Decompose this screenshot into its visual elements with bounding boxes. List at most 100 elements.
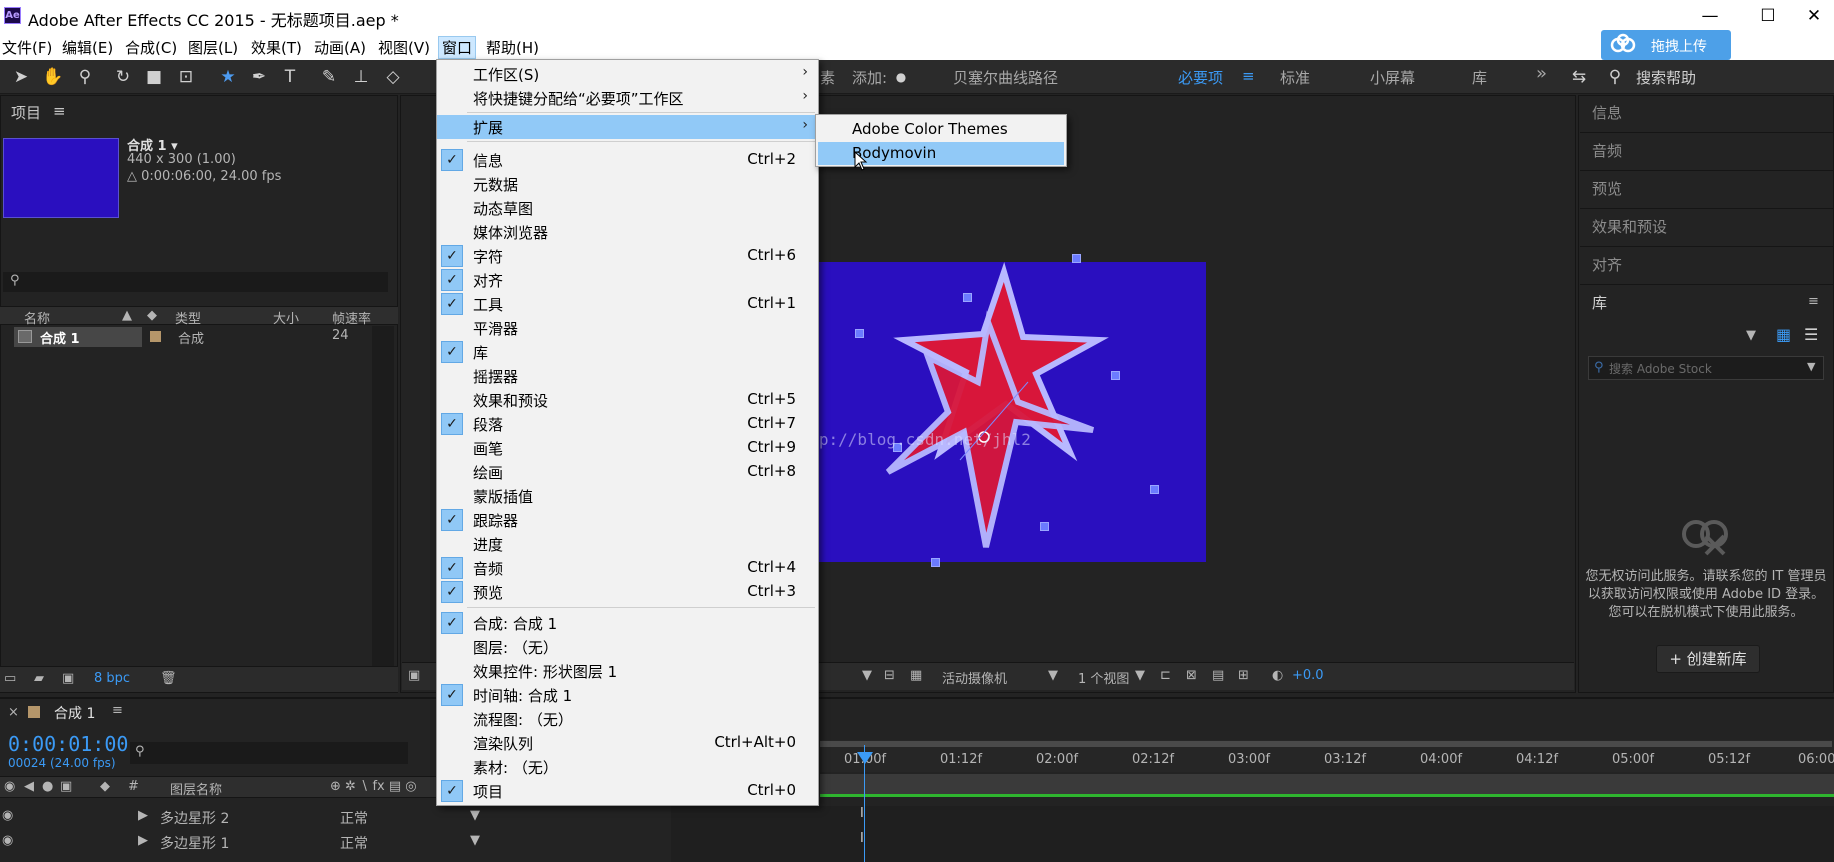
library-panel-title[interactable]: 库 (1592, 292, 1822, 313)
blend-mode-dropdown-icon[interactable]: ▼ (470, 833, 480, 848)
menu-file[interactable]: 文件(F) (2, 37, 52, 58)
menu-item-project[interactable]: ✓ 项目 Ctrl+0 (437, 779, 818, 803)
add-dropdown-icon[interactable]: ● (890, 66, 912, 88)
menu-item-tools[interactable]: ✓ 工具 Ctrl+1 (437, 292, 818, 316)
menu-composition[interactable]: 合成(C) (125, 37, 177, 58)
expand-arrow-icon[interactable]: ▶ (138, 833, 148, 848)
menu-item-layer-panel[interactable]: 图层: （无） (437, 635, 818, 659)
menu-item-workspace[interactable]: 工作区(S) › (437, 62, 818, 86)
menu-animation[interactable]: 动画(A) (314, 37, 366, 58)
table-row[interactable]: ◉ ▶ 多边星形 1 正常 ▼ (0, 831, 660, 853)
project-scrollbar[interactable] (372, 326, 394, 666)
resolution-dropdown-icon[interactable]: ▼ (862, 668, 872, 683)
blend-mode-dropdown-icon[interactable]: ▼ (470, 808, 480, 823)
library-dropdown-icon[interactable]: ▼ (1746, 328, 1756, 343)
eraser-tool-icon[interactable]: ◇ (382, 66, 404, 88)
fast-preview-icon[interactable]: ⊠ (1186, 668, 1197, 683)
timeline-search-input[interactable]: ⚲ (130, 742, 408, 764)
workspace-library[interactable]: 库 (1472, 67, 1487, 88)
effects-presets-panel-tab[interactable]: 效果和预设 (1592, 216, 1822, 237)
col-name[interactable]: 名称 (24, 308, 50, 327)
list-view-icon[interactable]: ☰ (1804, 327, 1820, 343)
pan-behind-tool-icon[interactable]: ⊡ (175, 66, 197, 88)
transform-handle[interactable] (931, 558, 940, 567)
type-tool-icon[interactable]: T (279, 66, 301, 88)
table-row[interactable]: 合成 1 (14, 327, 142, 347)
camera-dropdown-icon[interactable]: ▼ (1048, 668, 1058, 683)
camera-dropdown[interactable]: 活动摄像机 (942, 668, 1007, 687)
upload-button[interactable]: 拖拽上传 (1601, 30, 1731, 60)
bpc-toggle[interactable]: 8 bpc (94, 671, 130, 686)
menu-item-progress[interactable]: 进度 (437, 532, 818, 556)
close-button[interactable]: ✕ (1794, 4, 1834, 28)
transform-handle[interactable] (1040, 522, 1049, 531)
menu-item-mask-interpolation[interactable]: 蒙版插值 (437, 484, 818, 508)
menu-layer[interactable]: 图层(L) (188, 37, 238, 58)
info-panel-tab[interactable]: 信息 (1592, 102, 1822, 123)
selection-tool-icon[interactable]: ➤ (10, 66, 32, 88)
rotate-tool-icon[interactable]: ↻ (112, 66, 134, 88)
pen-tool-icon[interactable]: ✒ (248, 66, 270, 88)
menu-item-adobe-color-themes[interactable]: Adobe Color Themes (818, 118, 1064, 141)
menu-effect[interactable]: 效果(T) (251, 37, 302, 58)
menu-item-character[interactable]: ✓ 字符 Ctrl+6 (437, 244, 818, 268)
stock-search-input[interactable]: ⚲ 搜索 Adobe Stock ▼ (1588, 356, 1824, 380)
menu-item-flowchart[interactable]: 流程图: （无） (437, 707, 818, 731)
workspace-essentials[interactable]: 必要项 (1178, 67, 1223, 88)
work-area-bar[interactable] (820, 741, 1832, 747)
col-size[interactable]: 大小 (273, 308, 299, 327)
col-type[interactable]: 类型 (175, 308, 201, 327)
close-tab-icon[interactable]: × (8, 705, 19, 720)
transform-handle[interactable] (1150, 485, 1159, 494)
create-library-button[interactable]: + 创建新库 (1656, 645, 1760, 673)
hand-tool-icon[interactable]: ✋ (42, 66, 64, 88)
star-tool-icon[interactable]: ★ (217, 66, 239, 88)
workspace-standard[interactable]: 标准 (1280, 67, 1310, 88)
menu-item-audio[interactable]: ✓ 音频 Ctrl+4 (437, 556, 818, 580)
menu-item-tracker[interactable]: ✓ 跟踪器 (437, 508, 818, 532)
menu-item-wiggler[interactable]: 摇摆器 (437, 364, 818, 388)
transform-handle[interactable] (855, 329, 864, 338)
new-folder-icon[interactable]: ▰ (34, 671, 44, 686)
lock-icon[interactable]: ▣ (60, 779, 72, 794)
menu-item-info[interactable]: ✓ 信息 Ctrl+2 (437, 148, 818, 172)
menu-item-paint[interactable]: 绘画 Ctrl+8 (437, 460, 818, 484)
transparency-grid-icon[interactable]: ▦ (910, 668, 922, 683)
zoom-tool-icon[interactable]: ⚲ (74, 66, 96, 88)
grid-view-icon[interactable]: ▦ (1776, 327, 1792, 343)
menu-edit[interactable]: 编辑(E) (62, 37, 113, 58)
transform-handle[interactable] (963, 293, 972, 302)
visibility-icon[interactable]: ◉ (4, 779, 15, 794)
table-row[interactable]: ◉ ▶ 多边星形 2 正常 ▼ (0, 806, 660, 828)
blend-mode[interactable]: 正常 (340, 833, 368, 853)
menu-item-smoother[interactable]: 平滑器 (437, 316, 818, 340)
snapshot-icon[interactable]: ▣ (408, 668, 420, 683)
preview-panel-tab[interactable]: 预览 (1592, 178, 1822, 199)
exposure-value[interactable]: +0.0 (1292, 668, 1324, 683)
menu-item-library[interactable]: ✓ 库 (437, 340, 818, 364)
visibility-icon[interactable]: ◉ (2, 808, 13, 823)
panel-menu-icon[interactable]: ≡ (112, 703, 123, 718)
col-fps[interactable]: 帧速率 (332, 308, 371, 327)
menu-item-motion-sketch[interactable]: 动态草图 (437, 196, 818, 220)
transform-handle[interactable] (1072, 254, 1081, 263)
pixel-aspect-icon[interactable]: ⊏ (1160, 668, 1171, 683)
menu-item-metadata[interactable]: 元数据 (437, 172, 818, 196)
layer-name-header[interactable]: 图层名称 (170, 779, 222, 798)
trash-icon[interactable]: 🗑 (160, 671, 177, 686)
menu-window[interactable]: 窗口 (438, 36, 477, 59)
layer-name[interactable]: 多边星形 1 (160, 833, 229, 853)
menu-item-media-browser[interactable]: 媒体浏览器 (437, 220, 818, 244)
solo-icon[interactable]: ● (42, 779, 53, 794)
transform-handle[interactable] (1111, 371, 1120, 380)
align-panel-tab[interactable]: 对齐 (1592, 254, 1822, 275)
layer-name[interactable]: 多边星形 2 (160, 808, 229, 828)
menu-item-effects-presets[interactable]: 效果和预设 Ctrl+5 (437, 388, 818, 412)
menu-item-paragraph[interactable]: ✓ 段落 Ctrl+7 (437, 412, 818, 436)
menu-item-composition-panel[interactable]: ✓ 合成: 合成 1 (437, 611, 818, 635)
blend-mode[interactable]: 正常 (340, 808, 368, 828)
menu-item-timeline-panel[interactable]: ✓ 时间轴: 合成 1 (437, 683, 818, 707)
new-comp-icon[interactable]: ▣ (62, 671, 74, 686)
layer-track-area[interactable] (671, 806, 1834, 862)
visibility-icon[interactable]: ◉ (2, 833, 13, 848)
